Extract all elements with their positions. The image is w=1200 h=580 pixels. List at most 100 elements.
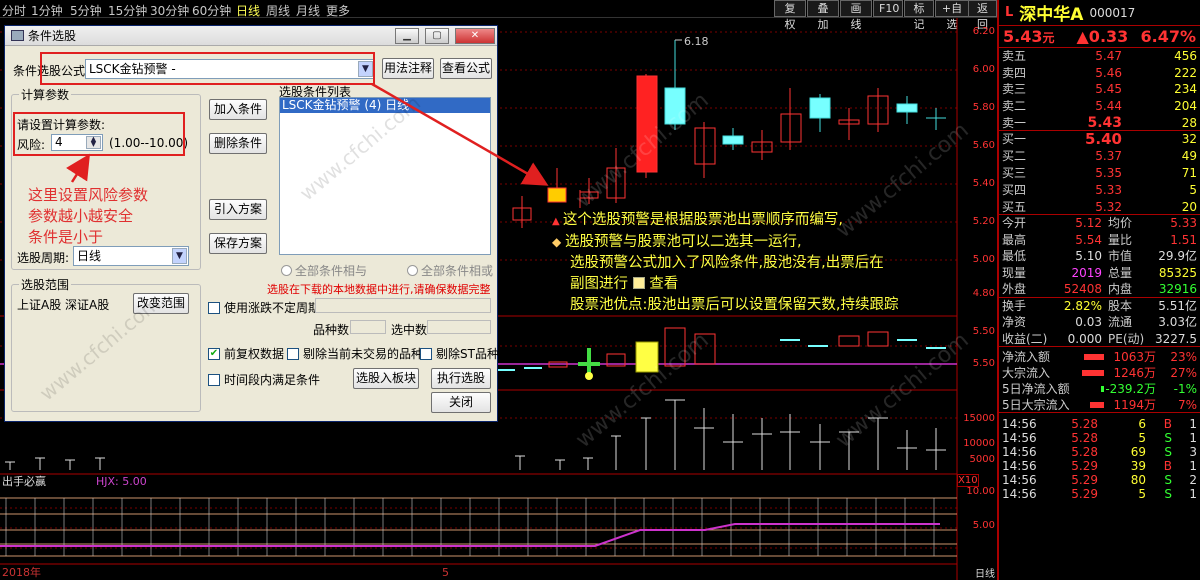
f10-button[interactable]: F10 — [873, 0, 903, 17]
period-label: 选股周期: — [17, 251, 70, 265]
dialog-app-icon — [11, 30, 24, 41]
stock-code: 000017 — [1089, 5, 1136, 20]
uncertain-period-checkbox[interactable]: 使用涨跌不定周期 — [208, 299, 320, 316]
price-summary: 5.43元 ▲0.33 6.47% — [999, 26, 1200, 48]
selected-count-field — [427, 320, 491, 334]
checkbox-icon[interactable] — [208, 373, 220, 386]
stock-name: 深中华A — [1019, 5, 1084, 25]
tick-row: 14:56 5.29 5 S 1 — [1002, 487, 1197, 502]
stat-row: 换手 2.82% 股本 5.51亿 — [1002, 298, 1197, 313]
period-satisfy-checkbox[interactable]: 时间段内满足条件 — [208, 371, 320, 388]
vol-scale-2: 10000 — [963, 438, 995, 449]
ask-row-1: 卖一 5.43 28 — [999, 115, 1200, 132]
stat-row: 今开 5.12 均价 5.33 — [1002, 216, 1197, 231]
period-tab-5min[interactable]: 5分钟 — [70, 2, 102, 19]
dialog-title: 条件选股 — [28, 29, 77, 43]
period-tab-15min[interactable]: 15分钟 — [108, 2, 147, 19]
annotation-line-2: ◆ 选股预警与股票池可以二选其一运行, — [552, 234, 802, 250]
flow-row: 大宗流入 1246万 27% — [1002, 366, 1197, 381]
period-tab-weekly[interactable]: 周线 — [266, 2, 290, 19]
ask-row-4: 卖四 5.46 222 — [1002, 65, 1197, 80]
checkbox-icon[interactable] — [287, 347, 299, 360]
add-condition-button[interactable]: 加入条件 — [209, 99, 267, 120]
draw-line-button[interactable]: 画线 — [840, 0, 872, 31]
period-tab-30min[interactable]: 30分钟 — [150, 2, 189, 19]
restore-rights-button[interactable]: 复权 — [774, 0, 806, 31]
ask-row-5: 卖五 5.47 456 — [1002, 49, 1197, 63]
stat-row: 最低 5.10 市值 29.9亿 — [1002, 249, 1197, 264]
pre-adjust-checkbox[interactable]: ✔ 前复权数据 — [208, 345, 284, 362]
to-block-button[interactable]: 选股入板块 — [353, 368, 419, 389]
stock-title: L 深中华A 000017 — [999, 0, 1200, 26]
bid-row-2: 买二 5.37 49 — [1002, 149, 1197, 164]
tick-row: 14:56 5.28 69 S 3 — [1002, 445, 1197, 460]
bid-row-3: 买三 5.35 71 — [1002, 166, 1197, 181]
run-screen-button[interactable]: 执行选股 — [431, 368, 491, 389]
quote-panel[interactable]: L 深中华A 000017 5.43元 ▲0.33 6.47% 卖五 5.47 45… — [997, 0, 1200, 580]
maximize-button[interactable]: ▢ — [425, 27, 449, 44]
exclude-st-checkbox[interactable]: 剔除ST品种 — [420, 345, 499, 362]
overlay-button[interactable]: 叠加 — [807, 0, 839, 31]
radio-all-or[interactable]: 全部条件相或 — [407, 262, 493, 279]
mark-button[interactable]: 标记 — [904, 0, 934, 31]
indicator-line-label: HJX: 5.00 — [96, 475, 147, 488]
view-formula-button[interactable]: 查看公式 — [440, 58, 492, 79]
period-select[interactable]: 日线 ▼ — [73, 246, 189, 266]
uncertain-period-field[interactable] — [315, 298, 491, 313]
chevron-down-icon[interactable]: ▼ — [172, 248, 187, 264]
close-window-button[interactable]: ✕ — [455, 27, 495, 44]
year-label: 2018年 — [2, 565, 41, 579]
footer-period-label: 日线 — [975, 569, 995, 580]
period-tab-monthly[interactable]: 月线 — [296, 2, 320, 19]
bid-row-4: 买四 5.33 5 — [1002, 182, 1197, 197]
period-toolbar: 分时 1分钟 5分钟 15分钟 30分钟 60分钟 日线 周线 月线 更多 复权… — [0, 0, 997, 31]
variety-count-field — [350, 320, 386, 334]
stock-prefix: L — [1005, 5, 1014, 20]
stat-row: 外盘 52408 内盘 32916 — [999, 281, 1200, 298]
ask-row-3: 卖三 5.45 234 — [1002, 82, 1197, 97]
fund-flow: 净流入额 1063万 23% 大宗流入 1246万 27% 5日净流入额 -239.2万 -… — [999, 347, 1200, 414]
period-tab-daily[interactable]: 日线 — [236, 2, 260, 19]
period-tab-minute[interactable]: 分时 — [2, 2, 26, 19]
back-button[interactable]: 返回 — [968, 0, 997, 31]
flow-row: 5日净流入额 -239.2万 -1% — [1002, 382, 1197, 397]
price-scale-1: 6.20 — [972, 26, 995, 37]
params-highlight-box — [13, 112, 185, 156]
delete-condition-button[interactable]: 删除条件 — [209, 133, 267, 154]
close-button[interactable]: 关闭 — [431, 392, 491, 413]
ind-scale-2: 5.00 — [972, 520, 995, 531]
month-label: 5 — [442, 566, 449, 579]
bar-chart-icon — [632, 277, 645, 289]
tick-row: 14:56 5.29 80 S 2 — [1002, 473, 1197, 488]
checkbox-icon[interactable] — [208, 301, 220, 314]
checkbox-icon[interactable] — [420, 347, 432, 360]
exclude-untraded-checkbox[interactable]: 剔除当前未交易的品种 — [287, 345, 423, 362]
selected-count-label: 选中数 — [391, 323, 428, 337]
add-favorite-button[interactable]: +自选 — [935, 0, 969, 31]
period-tab-more[interactable]: 更多 — [326, 2, 350, 19]
minimize-button[interactable]: ▁ — [395, 27, 419, 44]
annotation-red-line-3: 条件是小于 — [28, 228, 104, 246]
price-scale-5: 5.40 — [972, 178, 995, 189]
import-scheme-button[interactable]: 引入方案 — [209, 199, 267, 220]
formula-highlight-box — [40, 52, 375, 85]
radio-icon[interactable] — [407, 265, 418, 276]
period-tab-1min[interactable]: 1分钟 — [31, 2, 63, 19]
stat-row: 净资 0.03 流通 3.03亿 — [1002, 315, 1197, 330]
radio-all-and[interactable]: 全部条件相与 — [281, 262, 367, 279]
annotation-line-3: 选股预警公式加入了风险条件,股池没有,出票后在 — [570, 255, 884, 271]
indicator-name: 出手必赢 — [2, 474, 46, 488]
tick-row: 14:56 5.28 6 B 1 — [1002, 417, 1197, 432]
ask-row-2: 卖二 5.44 204 — [1002, 99, 1197, 114]
annotation-line-1: ▲ 这个选股预警是根据股票池出票顺序而编写, — [552, 212, 843, 228]
scope-value: 上证A股 深证A股 — [17, 298, 110, 312]
usage-notes-button[interactable]: 用法注释 — [382, 58, 434, 79]
dialog-titlebar[interactable]: 条件选股 ▁ ▢ ✕ — [5, 26, 497, 46]
checkbox-checked-icon[interactable]: ✔ — [208, 347, 220, 360]
vol-scale-3: 5000 — [969, 454, 995, 465]
save-scheme-button[interactable]: 保存方案 — [209, 233, 267, 254]
bid-row-1: 买一 5.40 32 — [1002, 130, 1197, 149]
period-tab-60min[interactable]: 60分钟 — [192, 2, 231, 19]
radio-icon[interactable] — [281, 265, 292, 276]
tick-list[interactable]: 14:56 5.28 6 B 1 14:56 5.28 5 S 1 14:56 5.28 69 S 3 … — [999, 413, 1200, 501]
